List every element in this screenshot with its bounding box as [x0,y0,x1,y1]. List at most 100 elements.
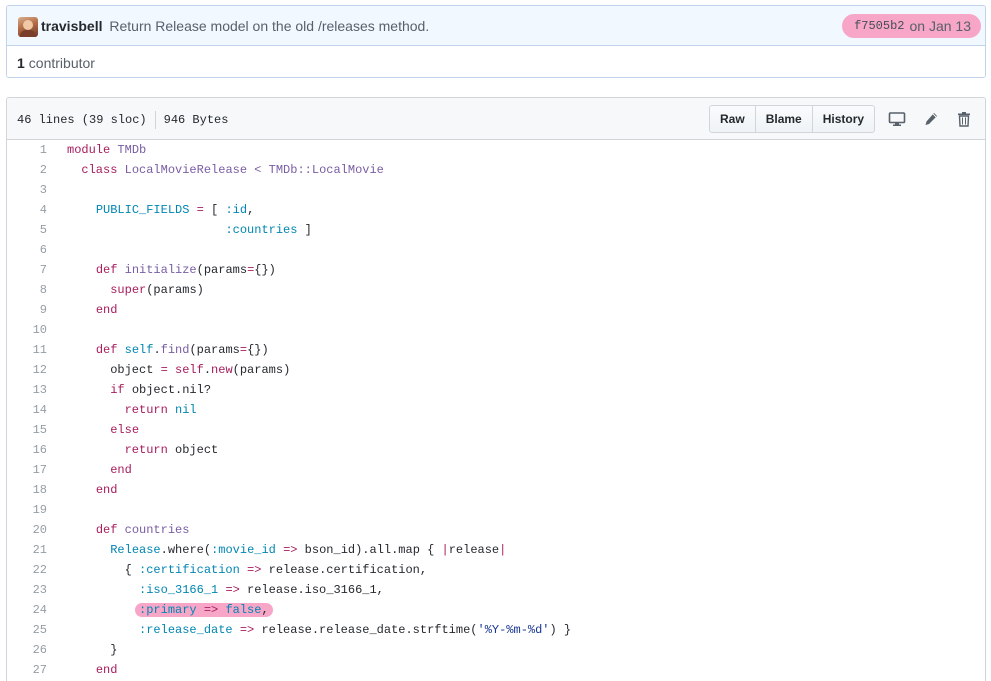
line-number[interactable]: 13 [7,380,57,400]
code-token: '%Y-%m-%d' [477,623,550,637]
line-number[interactable]: 15 [7,420,57,440]
code-line: 18 end [7,480,985,500]
line-number[interactable]: 1 [7,140,57,160]
line-code: end [57,460,132,480]
code-line: 24 :primary => false, [7,600,985,620]
line-number[interactable]: 9 [7,300,57,320]
code-token: , [261,603,269,617]
code-token: => [283,543,298,557]
contributors-bar[interactable]: 1 contributor [7,46,985,77]
code-token: {}) [247,343,269,357]
line-number[interactable]: 6 [7,240,57,260]
code-token: find [160,343,190,357]
line-code: } [57,640,117,660]
code-line: 26 } [7,640,985,660]
code-token: release.iso_3166_1, [239,583,384,597]
line-number[interactable]: 7 [7,260,57,280]
code-line: 3 [7,180,985,200]
line-number[interactable]: 16 [7,440,57,460]
contributors-count: 1 [17,54,25,71]
file-header: 46 lines (39 sloc) 946 Bytes Raw Blame H… [7,98,985,140]
code-token: = [160,363,168,377]
line-number[interactable]: 21 [7,540,57,560]
commit-author-link[interactable]: travisbell [41,18,102,34]
file-viewer: 46 lines (39 sloc) 946 Bytes Raw Blame H… [6,97,986,681]
commit-date: on Jan 13 [909,18,972,34]
line-number[interactable]: 3 [7,180,57,200]
code-token: release.certification, [261,563,428,577]
code-token: = [239,343,248,357]
code-token: } [67,643,118,657]
line-number[interactable]: 12 [7,360,57,380]
line-number[interactable]: 23 [7,580,57,600]
trash-icon[interactable] [954,109,974,129]
desktop-icon[interactable] [887,109,907,129]
code-token: object.nil? [124,383,212,397]
code-token: :movie_id [211,543,276,557]
line-number[interactable]: 5 [7,220,57,240]
line-number[interactable]: 11 [7,340,57,360]
code-token: else [110,423,140,437]
line-number[interactable]: 2 [7,160,57,180]
highlight-annotation: :primary => false, [135,603,273,617]
commit-message-link[interactable]: Return Release model on the old /release… [109,18,429,34]
code-token: release [448,543,500,557]
code-token: . [153,343,161,357]
code-token: end [95,303,118,317]
contributors-label: contributor [28,54,95,71]
line-code: return object [57,440,219,460]
line-code: PUBLIC_FIELDS = [ :id, [57,200,254,220]
line-number[interactable]: 24 [7,600,57,620]
line-code: def self.find(params={}) [57,340,269,360]
history-button[interactable]: History [813,106,874,132]
line-number[interactable]: 26 [7,640,57,660]
code-token: self [124,343,154,357]
code-line: 22 { :certification => release.certifica… [7,560,985,580]
line-number[interactable]: 22 [7,560,57,580]
code-token: => [247,563,262,577]
pencil-icon[interactable] [921,109,941,129]
code-token: initialize [124,263,197,277]
line-number[interactable]: 19 [7,500,57,520]
line-number[interactable]: 4 [7,200,57,220]
line-number[interactable]: 25 [7,620,57,640]
line-number[interactable]: 8 [7,280,57,300]
commit-sha-link[interactable]: f7505b2 [854,19,904,33]
raw-button[interactable]: Raw [710,106,756,132]
code-token: {}) [254,263,276,277]
code-token: :iso_3166_1 [139,583,219,597]
code-line: 5 :countries ] [7,220,985,240]
line-number[interactable]: 17 [7,460,57,480]
commit-summary: travisbell Return Release model on the o… [41,18,429,35]
author-avatar[interactable] [18,17,38,37]
line-number[interactable]: 18 [7,480,57,500]
line-number[interactable]: 10 [7,320,57,340]
line-number[interactable]: 27 [7,660,57,680]
line-code: def initialize(params={}) [57,260,276,280]
code-token: ] [297,223,312,237]
line-number[interactable]: 20 [7,520,57,540]
blame-button[interactable]: Blame [756,106,813,132]
code-token: end [95,483,118,497]
code-token: :certification [139,563,240,577]
line-number[interactable]: 14 [7,400,57,420]
line-code: class LocalMovieRelease < TMDb::LocalMov… [57,160,383,180]
code-line: 11 def self.find(params={}) [7,340,985,360]
latest-commit-bar: travisbell Return Release model on the o… [7,6,985,46]
code-token: return [124,443,168,457]
code-line: 10 [7,320,985,340]
code-line: 19 [7,500,985,520]
code-token: module [67,143,111,157]
